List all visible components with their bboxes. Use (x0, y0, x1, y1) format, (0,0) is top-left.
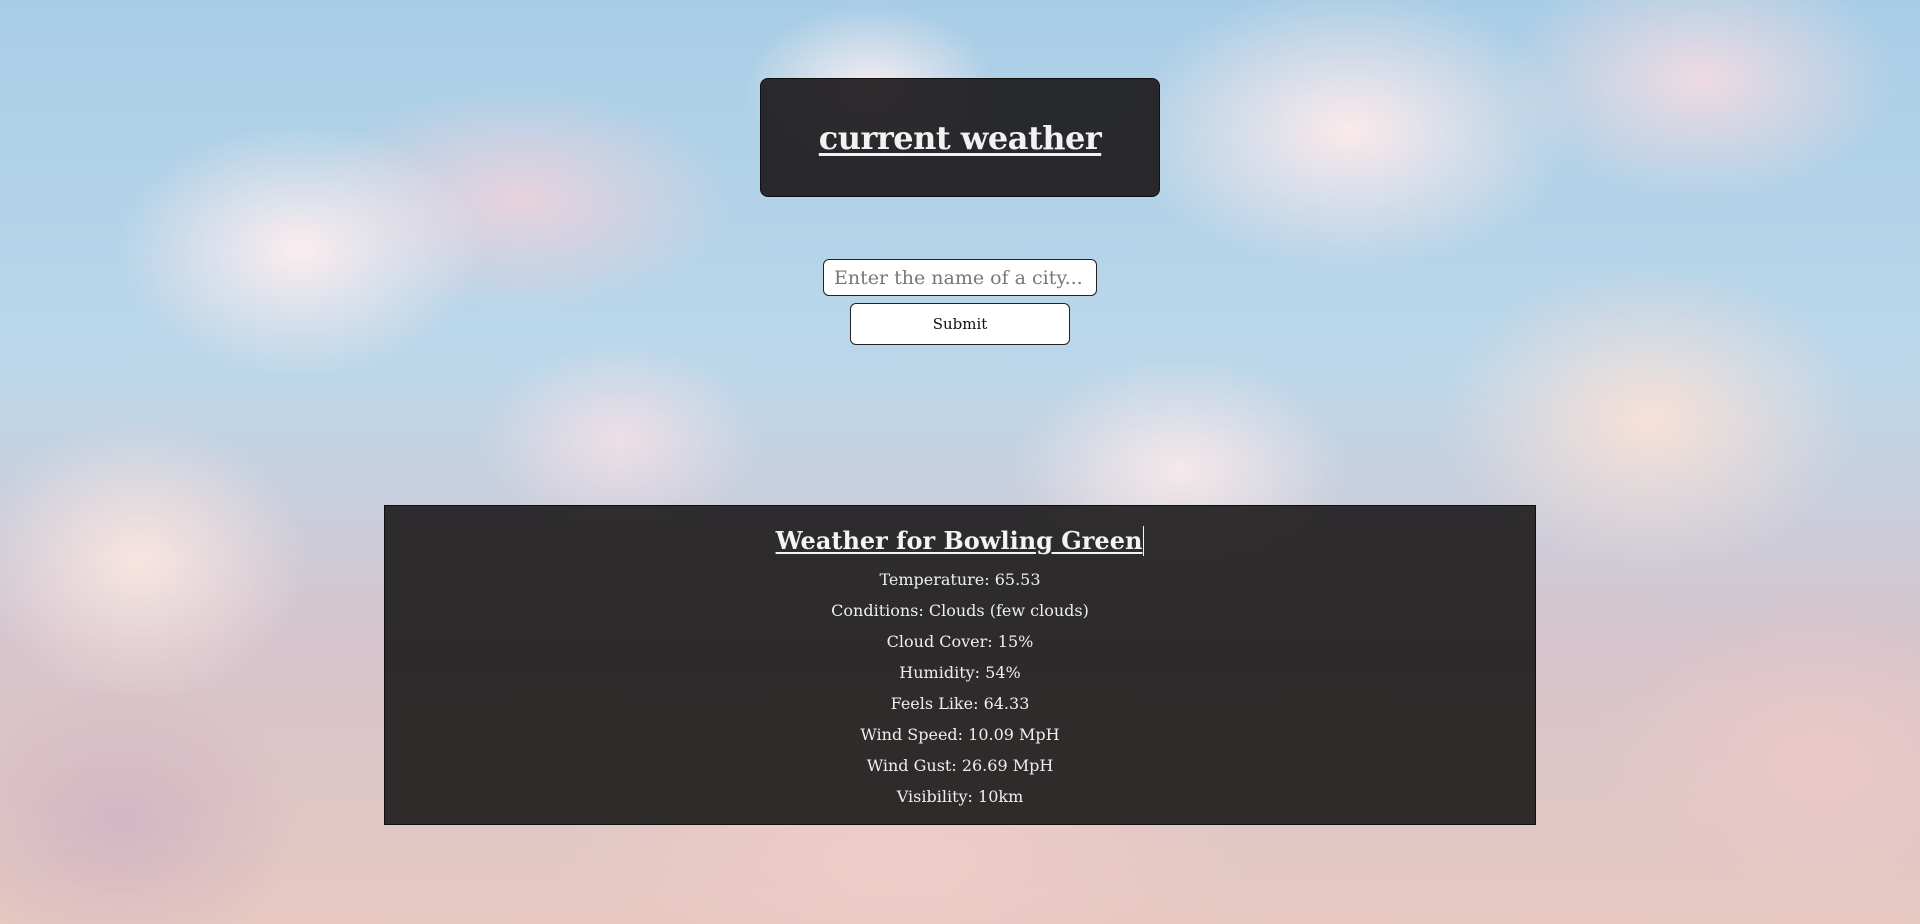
stat-visibility: Visibility: 10km (896, 787, 1024, 806)
stat-wind-speed: Wind Speed: 10.09 MpH (860, 725, 1060, 744)
stat-cloud-cover: Cloud Cover: 15% (886, 632, 1034, 651)
city-search-input[interactable] (823, 259, 1097, 296)
header-panel: current weather (760, 78, 1160, 197)
results-title: Weather for Bowling Green (775, 526, 1145, 556)
weather-stats-list: Temperature: 65.53 Conditions: Clouds (f… (385, 564, 1535, 812)
stat-conditions: Conditions: Clouds (few clouds) (831, 601, 1089, 620)
submit-button[interactable]: Submit (850, 303, 1070, 345)
stat-humidity: Humidity: 54% (899, 663, 1021, 682)
stat-temperature: Temperature: 65.53 (879, 570, 1041, 589)
stat-feels-like: Feels Like: 64.33 (890, 694, 1030, 713)
page-title: current weather (818, 118, 1102, 157)
weather-results-panel: Weather for Bowling Green Temperature: 6… (384, 505, 1536, 825)
stat-wind-gust: Wind Gust: 26.69 MpH (866, 756, 1054, 775)
